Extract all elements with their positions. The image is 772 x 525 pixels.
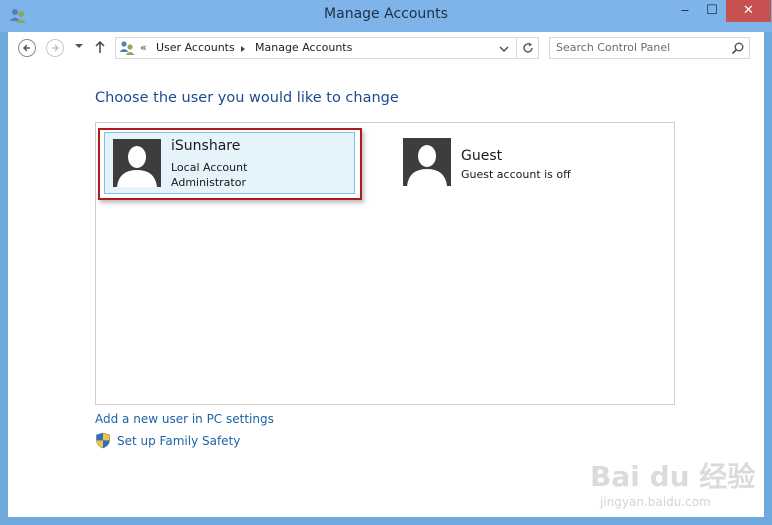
add-new-user-link[interactable]: Add a new user in PC settings [95,412,274,426]
minimize-button[interactable]: ‒ [672,0,698,22]
window-title: Manage Accounts [324,6,448,22]
manage-accounts-window: Manage Accounts ‒ ☐ ✕ « User Accounts Ma… [0,0,772,525]
account-tile-isunshare[interactable]: iSunshare Local Account Administrator [104,132,355,194]
up-arrow-icon[interactable] [94,39,106,55]
account-status: Guest account is off [461,168,571,181]
family-safety-link[interactable]: Set up Family Safety [117,434,240,448]
watermark-logo: Bai du 经验 [590,460,756,493]
search-box[interactable] [549,37,750,59]
user-avatar-icon [113,139,161,187]
refresh-button[interactable] [516,38,539,58]
breadcrumb-manage-accounts[interactable]: Manage Accounts [255,41,352,54]
forward-button[interactable] [46,39,64,57]
watermark-url: jingyan.baidu.com [600,495,711,509]
address-dropdown-chevron-icon[interactable] [499,45,509,53]
account-type: Local Account [171,161,248,174]
baidu-watermark: Bai du 经验 jingyan.baidu.com [590,455,760,515]
breadcrumb-overflow[interactable]: « [140,41,147,54]
user-accounts-icon [119,41,135,55]
account-tile-guest[interactable]: Guest Guest account is off [403,138,603,190]
search-input[interactable] [556,41,716,54]
refresh-icon [523,42,533,53]
accounts-list: iSunshare Local Account Administrator Gu… [95,122,675,405]
search-icon[interactable] [731,41,745,55]
user-avatar-icon [403,138,451,186]
page-heading: Choose the user you would like to change [95,90,399,106]
recent-locations-chevron-icon[interactable] [74,41,84,51]
title-bar[interactable]: Manage Accounts ‒ ☐ ✕ [0,0,772,32]
breadcrumb-user-accounts[interactable]: User Accounts [156,41,235,54]
back-button[interactable] [18,39,36,57]
address-bar[interactable]: « User Accounts Manage Accounts [115,37,539,59]
account-role: Administrator [171,176,246,189]
client-area: « User Accounts Manage Accounts Search C… [8,32,764,517]
maximize-button[interactable]: ☐ [699,0,725,22]
close-button[interactable]: ✕ [726,0,771,22]
account-name: iSunshare [171,138,241,154]
breadcrumb-separator-icon[interactable] [239,45,247,53]
account-name: Guest [461,148,503,164]
forward-arrow-icon [52,44,59,52]
person-silhouette-icon [403,138,451,186]
navigation-bar: « User Accounts Manage Accounts [8,32,764,68]
back-arrow-icon [23,44,30,52]
person-silhouette-icon [113,139,161,187]
uac-shield-icon [96,432,110,449]
